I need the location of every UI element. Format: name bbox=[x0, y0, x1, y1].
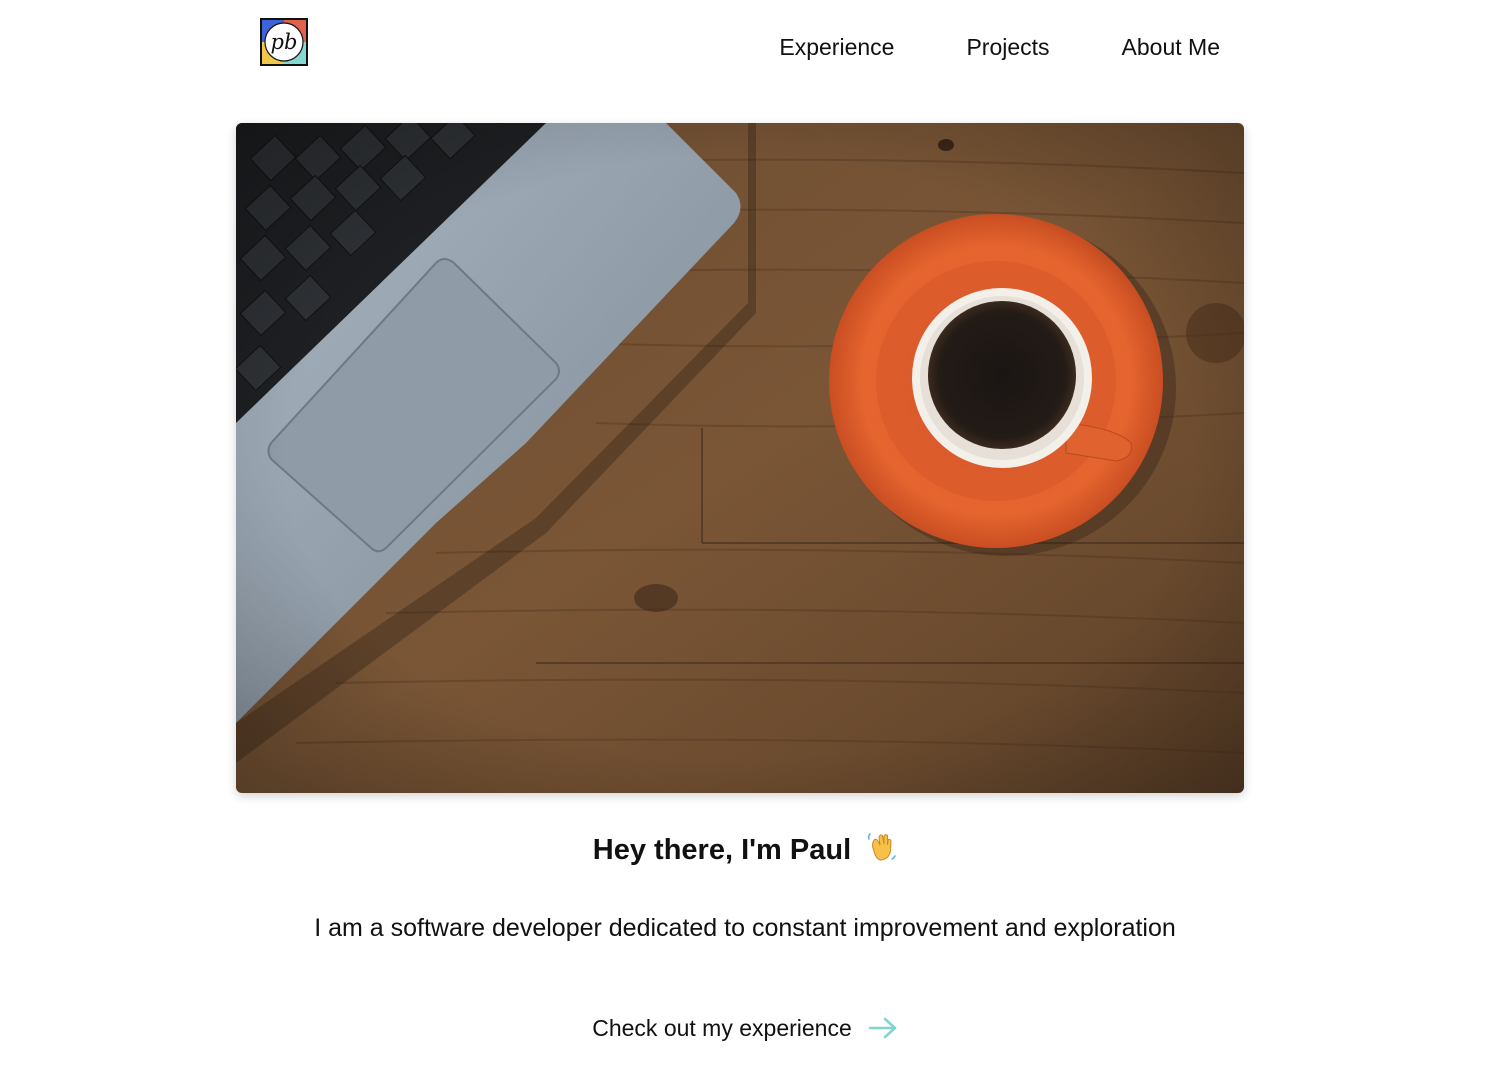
nav-projects[interactable]: Projects bbox=[966, 30, 1049, 64]
hero-image bbox=[236, 123, 1244, 793]
cta-label: Check out my experience bbox=[592, 1015, 852, 1041]
check-experience-link[interactable]: Check out my experience bbox=[0, 1010, 1490, 1046]
page: pb Experience Projects About Me Hey ther… bbox=[0, 0, 1490, 1076]
greeting-text: Hey there, I'm Paul bbox=[592, 834, 852, 866]
greeting-heading: Hey there, I'm Paul bbox=[0, 826, 1490, 874]
arrow-right-icon bbox=[868, 1017, 897, 1039]
tagline: I am a software developer dedicated to c… bbox=[314, 914, 1176, 942]
waving-hand-icon bbox=[868, 833, 896, 861]
nav-experience[interactable]: Experience bbox=[779, 30, 894, 64]
logo[interactable]: pb bbox=[260, 18, 308, 66]
main-nav: Experience Projects About Me bbox=[779, 30, 1220, 64]
logo-text: pb bbox=[271, 30, 298, 54]
nav-about-me[interactable]: About Me bbox=[1122, 30, 1220, 64]
hero-illustration bbox=[236, 123, 1244, 793]
site-header: pb Experience Projects About Me bbox=[0, 0, 1490, 96]
